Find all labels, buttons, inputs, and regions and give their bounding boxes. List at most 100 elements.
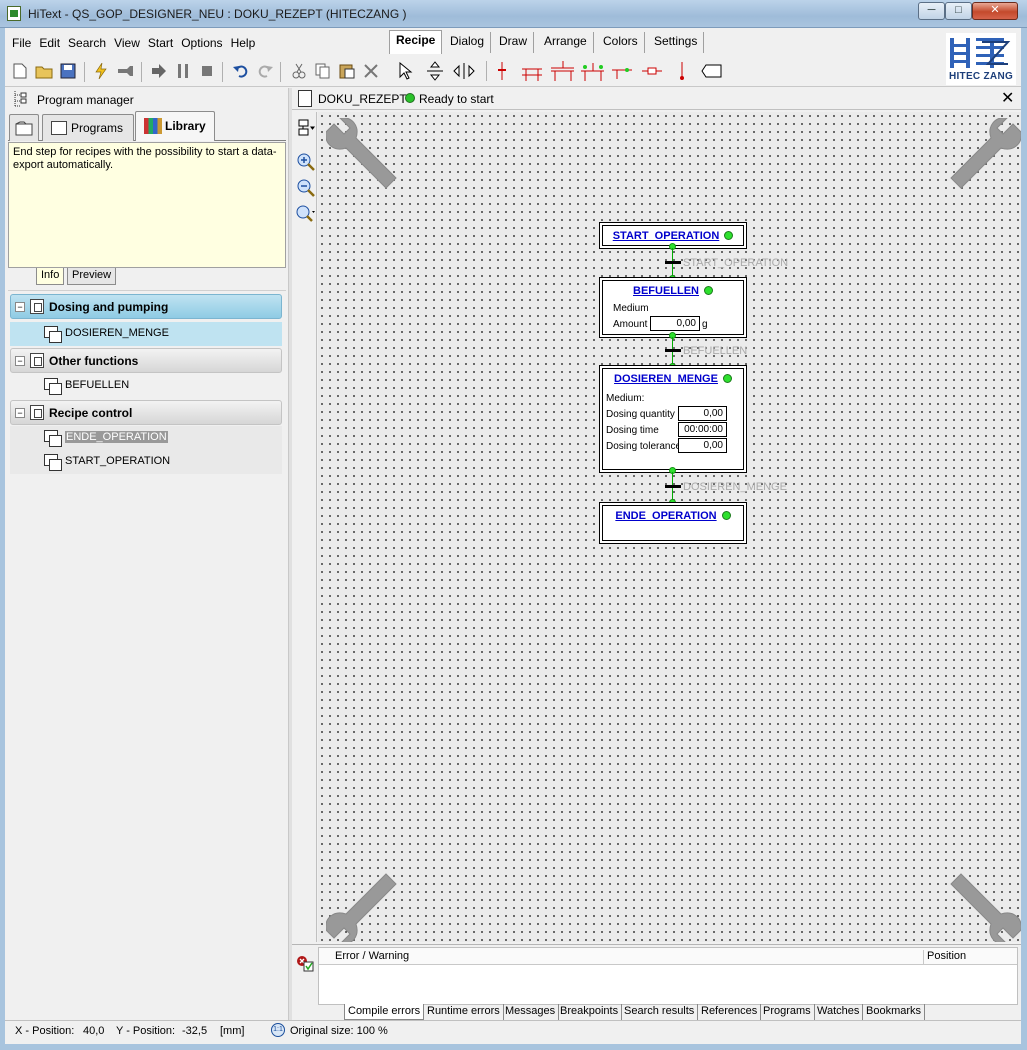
tab-recipe[interactable]: Recipe [389, 30, 443, 54]
tab-arrange[interactable]: Arrange [538, 32, 594, 53]
tab-search-results[interactable]: Search results [621, 1004, 699, 1020]
tab-messages[interactable]: Messages [502, 1004, 560, 1020]
insert-jump-icon[interactable] [610, 60, 634, 82]
dosing-tolerance-field[interactable]: 0,00 [678, 438, 727, 453]
column-position[interactable]: Position [923, 950, 966, 965]
transition-bar[interactable] [665, 485, 681, 488]
tab-library[interactable]: Library [135, 111, 215, 141]
tab-explorer[interactable] [9, 114, 39, 141]
tab-programs-output[interactable]: Programs [760, 1004, 815, 1020]
library-item-befuellen[interactable]: BEFUELLEN [10, 374, 282, 398]
tab-breakpoints[interactable]: Breakpoints [557, 1004, 623, 1020]
menu-bar: File Edit Search View Start Options Help [8, 33, 259, 55]
group-dosing-and-pumping[interactable]: − Dosing and pumping [10, 294, 282, 319]
insert-step-icon[interactable] [490, 60, 514, 82]
tab-settings[interactable]: Settings [648, 32, 705, 53]
error-list[interactable]: Error / Warning Position [318, 947, 1018, 1005]
collapse-icon[interactable]: − [15, 408, 25, 418]
dosing-time-field[interactable]: 00:00:00 [678, 422, 727, 437]
pointer-select-icon[interactable] [394, 60, 418, 82]
x-position-label: X - Position: [15, 1025, 75, 1037]
step-title: DOSIEREN_MENGE [614, 373, 718, 385]
dosing-quantity-field[interactable]: 0,00 [678, 406, 727, 421]
move-horizontal-icon[interactable] [452, 60, 476, 82]
pause-icon[interactable] [174, 62, 192, 80]
close-document-button[interactable]: ✕ [1001, 88, 1014, 108]
menu-start[interactable]: Start [144, 33, 177, 50]
tab-runtime-errors[interactable]: Runtime errors [424, 1004, 504, 1020]
zoom-in-icon[interactable] [296, 152, 316, 172]
move-vertical-icon[interactable] [423, 60, 447, 82]
stop-icon[interactable] [198, 62, 216, 80]
save-icon[interactable] [59, 62, 77, 80]
menu-help[interactable]: Help [227, 33, 260, 50]
group-other-functions[interactable]: − Other functions [10, 348, 282, 373]
library-item-ende-operation[interactable]: ENDE_OPERATION [10, 426, 282, 450]
library-item-label: DOSIEREN_MENGE [65, 327, 169, 339]
tab-watches[interactable]: Watches [814, 1004, 864, 1020]
zoom-level: Original size: 100 % [290, 1025, 388, 1037]
tab-bookmarks[interactable]: Bookmarks [863, 1004, 926, 1020]
menu-file[interactable]: File [8, 33, 35, 50]
programs-icon [51, 121, 67, 135]
step-ende-operation[interactable]: ENDE_OPERATION [602, 505, 744, 541]
step-dosieren-menge[interactable]: DOSIEREN_MENGE Medium: Dosing quantity 0… [602, 368, 744, 470]
corner-wrench-icon [950, 118, 1021, 189]
redo-icon[interactable] [256, 62, 274, 80]
status-indicator-icon [405, 93, 415, 103]
books-icon [144, 118, 162, 134]
compile-lightning-icon[interactable] [92, 62, 110, 80]
insert-parallel-branch-icon[interactable] [550, 60, 574, 82]
tab-dialog[interactable]: Dialog [444, 32, 492, 53]
paste-icon[interactable] [338, 62, 356, 80]
group-recipe-control[interactable]: − Recipe control [10, 400, 282, 425]
run-icon[interactable] [150, 62, 168, 80]
open-folder-icon[interactable] [35, 62, 53, 80]
undo-icon[interactable] [232, 62, 250, 80]
transition-bar[interactable] [665, 261, 681, 264]
menu-edit[interactable]: Edit [35, 33, 64, 50]
maximize-button[interactable]: □ [945, 2, 972, 20]
collapse-icon[interactable]: − [15, 302, 25, 312]
insert-connection-icon[interactable] [640, 60, 664, 82]
delete-icon[interactable] [362, 62, 380, 80]
insert-label-icon[interactable] [700, 60, 724, 82]
insert-branch-icon[interactable] [520, 60, 544, 82]
recipe-canvas[interactable]: START_OPERATION START_OPERATION BEFUELLE… [318, 112, 1021, 942]
menu-view[interactable]: View [110, 33, 144, 50]
zoom-out-icon[interactable] [296, 178, 316, 198]
insert-end-icon[interactable] [670, 60, 694, 82]
amount-field[interactable]: 0,00 [650, 316, 700, 331]
tab-references[interactable]: References [698, 1004, 762, 1020]
zoom-menu-icon[interactable] [296, 204, 316, 224]
menu-search[interactable]: Search [64, 33, 110, 50]
cut-icon[interactable] [290, 62, 308, 80]
new-file-icon[interactable] [11, 62, 29, 80]
column-error-warning[interactable]: Error / Warning [335, 950, 409, 962]
param-label: Medium: [606, 393, 645, 404]
tab-colors[interactable]: Colors [597, 32, 645, 53]
minimize-button[interactable]: ─ [918, 2, 945, 20]
transition-bar[interactable] [665, 349, 681, 352]
tab-draw[interactable]: Draw [493, 32, 535, 53]
step-status-icon [722, 374, 732, 383]
tab-info[interactable]: Info [36, 268, 65, 285]
collapse-icon[interactable]: − [15, 356, 25, 366]
layout-menu-icon[interactable] [296, 118, 316, 138]
wrench-tool-icon[interactable] [116, 62, 134, 80]
program-item-icon [44, 454, 62, 471]
close-window-button[interactable]: ✕ [972, 2, 1018, 20]
tab-programs[interactable]: Programs [42, 114, 134, 141]
library-item-dosieren-menge[interactable]: DOSIEREN_MENGE [10, 322, 282, 346]
status-bar: X - Position: 40,0 Y - Position: -32,5 [… [5, 1020, 1021, 1042]
insert-alternative-branch-icon[interactable] [580, 60, 604, 82]
library-item-start-operation[interactable]: START_OPERATION [10, 450, 282, 474]
tab-compile-errors[interactable]: Compile errors [344, 1004, 425, 1020]
hitec-zang-logo-mark [950, 38, 1011, 68]
tab-preview[interactable]: Preview [67, 268, 117, 285]
step-befuellen[interactable]: BEFUELLEN Medium Amount 0,00 g [602, 280, 744, 335]
corner-wrench-icon [326, 118, 397, 189]
menu-options[interactable]: Options [177, 33, 226, 50]
copy-icon[interactable] [314, 62, 332, 80]
panel-splitter[interactable] [288, 88, 292, 1020]
